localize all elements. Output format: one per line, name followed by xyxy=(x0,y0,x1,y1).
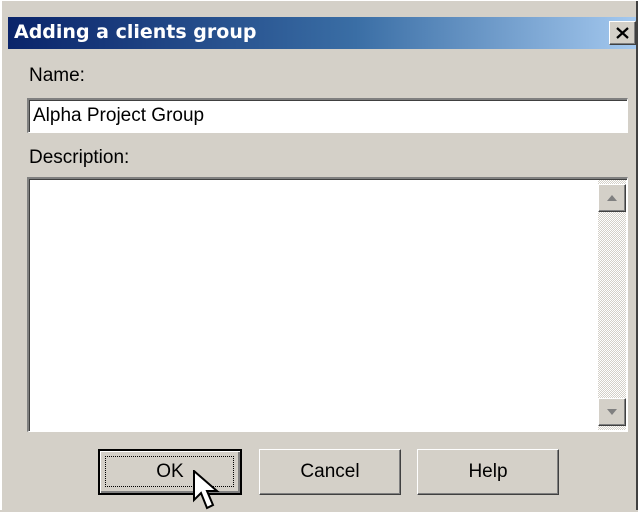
description-scrollbar[interactable] xyxy=(598,180,626,430)
close-button[interactable] xyxy=(609,21,636,45)
description-label: Description: xyxy=(29,147,130,168)
scroll-up-arrow-icon xyxy=(607,195,617,201)
name-input[interactable] xyxy=(27,98,628,133)
scroll-down-arrow-icon xyxy=(607,409,617,415)
cancel-button-label: Cancel xyxy=(300,461,360,482)
name-label: Name: xyxy=(29,65,85,86)
close-icon xyxy=(616,23,629,43)
help-button[interactable]: Help xyxy=(417,449,559,495)
help-button-label: Help xyxy=(468,461,508,482)
title-bar[interactable]: Adding a clients group xyxy=(8,17,638,49)
mouse-pointer-icon xyxy=(193,470,220,510)
description-textarea[interactable] xyxy=(27,177,628,432)
cancel-button[interactable]: Cancel xyxy=(259,449,401,495)
scroll-up-button[interactable] xyxy=(598,184,626,212)
scroll-down-button[interactable] xyxy=(598,398,626,426)
dialog-window: Adding a clients group Name: Description… xyxy=(0,0,638,510)
dialog-title: Adding a clients group xyxy=(14,21,257,43)
